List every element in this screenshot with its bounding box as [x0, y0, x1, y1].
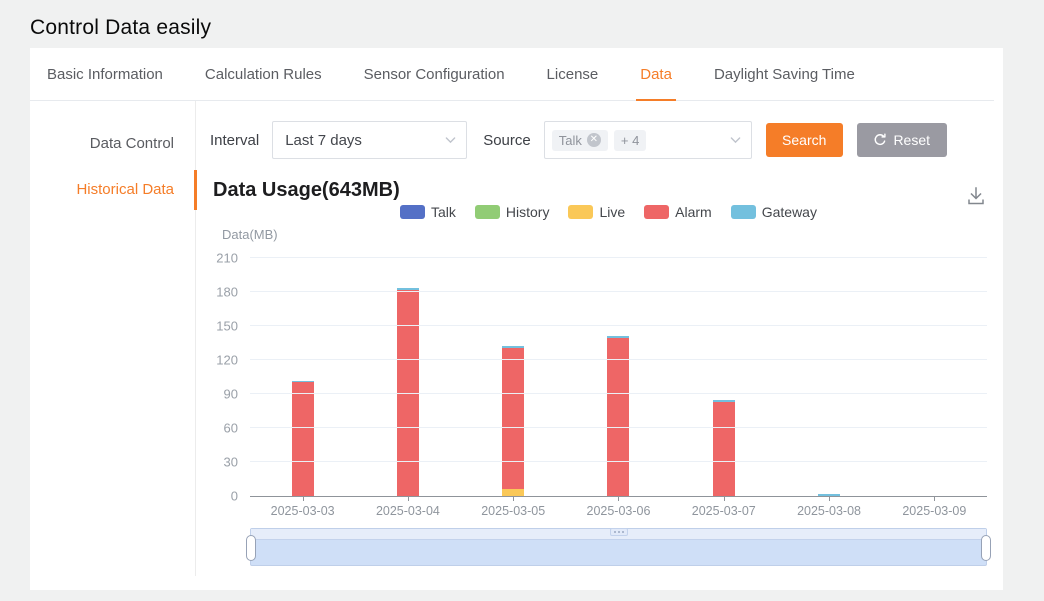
reset-button[interactable]: Reset: [857, 123, 947, 157]
tab-calculation-rules[interactable]: Calculation Rules: [205, 48, 322, 101]
x-axis-tick: [303, 496, 304, 501]
bar-2025-03-06: [607, 336, 629, 496]
legend-swatch-talk: [400, 205, 425, 219]
x-axis-tick: [618, 496, 619, 501]
bar-2025-03-03: [292, 381, 314, 497]
y-axis-tick-label: 90: [200, 387, 238, 402]
y-axis-tick-label: 0: [200, 489, 238, 504]
bar-2025-03-05: [502, 346, 524, 496]
gridline: [250, 427, 987, 428]
search-button[interactable]: Search: [766, 123, 843, 157]
gridline: [250, 461, 987, 462]
legend-label: Alarm: [675, 204, 712, 220]
datazoom-right-handle[interactable]: [981, 535, 991, 561]
legend-swatch-gateway: [731, 205, 756, 219]
datazoom-grip-handle[interactable]: [610, 528, 628, 536]
interval-select[interactable]: Last 7 days: [272, 121, 467, 159]
bar-segment-alarm: [292, 382, 314, 496]
legend-item-talk[interactable]: Talk: [400, 204, 456, 220]
x-axis-label: 2025-03-09: [862, 504, 1007, 518]
gridline: [250, 291, 987, 292]
y-axis-tick-label: 120: [200, 353, 238, 368]
plot-area: 2025-03-032025-03-042025-03-052025-03-06…: [250, 258, 987, 497]
x-axis-tick: [934, 496, 935, 501]
legend-swatch-live: [568, 205, 593, 219]
chart-legend: Talk History Live Alarm Gateway: [400, 204, 817, 220]
bar-segment-live: [502, 489, 524, 496]
legend-label: Live: [599, 204, 625, 220]
chevron-down-icon: [729, 134, 742, 147]
settings-panel: Basic Information Calculation Rules Sensor…: [30, 48, 1003, 590]
tab-bar: Basic Information Calculation Rules Sensor…: [30, 48, 1003, 101]
x-axis-tick: [408, 496, 409, 501]
source-select[interactable]: Talk ✕ + 4: [544, 121, 752, 159]
bar-segment-alarm: [607, 338, 629, 496]
legend-item-history[interactable]: History: [475, 204, 550, 220]
bar-segment-alarm: [713, 402, 735, 496]
datazoom-slider[interactable]: [250, 528, 987, 566]
tab-license[interactable]: License: [547, 48, 599, 101]
chart-title: Data Usage(643MB): [213, 179, 400, 202]
y-axis-tick-label: 60: [200, 421, 238, 436]
x-axis-tick: [513, 496, 514, 501]
refresh-icon: [873, 133, 887, 147]
legend-item-alarm[interactable]: Alarm: [644, 204, 712, 220]
chevron-down-icon: [444, 134, 457, 147]
legend-item-gateway[interactable]: Gateway: [731, 204, 817, 220]
gridline: [250, 393, 987, 394]
gridline: [250, 257, 987, 258]
sidebar-item-historical-data[interactable]: Historical Data: [30, 167, 195, 213]
tab-daylight-saving-time[interactable]: Daylight Saving Time: [714, 48, 855, 101]
y-axis-tick-label: 180: [200, 285, 238, 300]
x-axis-tick: [724, 496, 725, 501]
source-more-tag: + 4: [614, 130, 646, 151]
filter-row: Interval Last 7 days Source Talk ✕ + 4: [210, 121, 947, 159]
download-icon[interactable]: [965, 185, 987, 207]
legend-label: Talk: [431, 204, 456, 220]
interval-value: Last 7 days: [285, 132, 362, 149]
x-axis-tick: [829, 496, 830, 501]
page-title: Control Data easily: [30, 16, 211, 40]
legend-item-live[interactable]: Live: [568, 204, 625, 220]
reset-label: Reset: [893, 132, 930, 148]
y-axis-tick-label: 30: [200, 455, 238, 470]
datazoom-left-handle[interactable]: [246, 535, 256, 561]
source-tag-label: Talk: [559, 133, 582, 148]
sidebar-item-data-control[interactable]: Data Control: [30, 121, 195, 167]
legend-label: History: [506, 204, 550, 220]
tab-data[interactable]: Data: [640, 48, 672, 101]
tab-basic-information[interactable]: Basic Information: [47, 48, 163, 101]
y-axis-tick-label: 150: [200, 319, 238, 334]
source-label: Source: [483, 132, 531, 149]
tag-close-icon[interactable]: ✕: [587, 133, 601, 147]
gridline: [250, 359, 987, 360]
main-content: Interval Last 7 days Source Talk ✕ + 4: [196, 101, 1003, 590]
sidebar: Data ControlHistorical Data: [30, 101, 196, 576]
gridline: [250, 325, 987, 326]
interval-label: Interval: [210, 132, 259, 149]
y-axis-title: Data(MB): [222, 227, 278, 242]
source-tag-talk: Talk ✕: [552, 130, 608, 151]
legend-swatch-history: [475, 205, 500, 219]
legend-label: Gateway: [762, 204, 817, 220]
source-more-label: + 4: [621, 133, 639, 148]
bar-2025-03-07: [713, 400, 735, 496]
bar-segment-alarm: [502, 348, 524, 489]
y-axis-tick-label: 210: [200, 251, 238, 266]
tab-sensor-configuration[interactable]: Sensor Configuration: [364, 48, 505, 101]
legend-swatch-alarm: [644, 205, 669, 219]
